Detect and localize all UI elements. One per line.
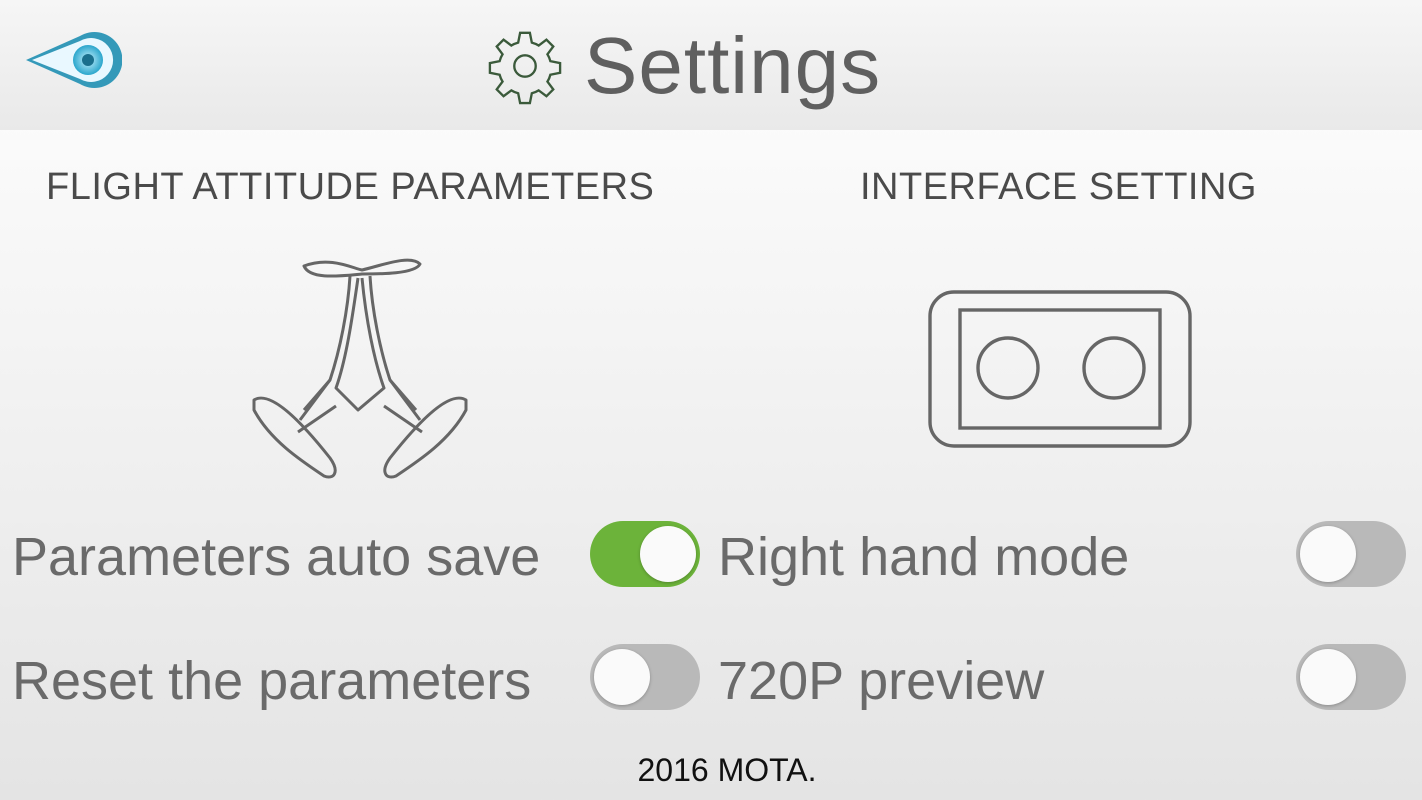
right-hand-mode-toggle[interactable] xyxy=(1296,521,1406,587)
auto-save-toggle[interactable] xyxy=(590,521,700,587)
right-hand-mode-label: Right hand mode xyxy=(718,527,1130,587)
toggle-knob xyxy=(594,649,650,705)
toggle-knob xyxy=(1300,526,1356,582)
gamepad-icon[interactable] xyxy=(924,286,1196,452)
toggle-knob xyxy=(1300,649,1356,705)
preview-720p-toggle[interactable] xyxy=(1296,644,1406,710)
back-button[interactable] xyxy=(22,30,122,92)
preview-720p-label: 720P preview xyxy=(718,651,1045,711)
drone-icon[interactable] xyxy=(240,250,480,490)
interface-setting-heading: INTERFACE SETTING xyxy=(860,166,1257,208)
header-bar: Settings xyxy=(0,0,1422,130)
reset-parameters-label: Reset the parameters xyxy=(12,651,532,711)
copyright-footer: 2016 MOTA. xyxy=(637,752,817,788)
auto-save-label: Parameters auto save xyxy=(12,527,541,587)
toggle-knob xyxy=(640,526,696,582)
reset-parameters-toggle[interactable] xyxy=(590,644,700,710)
title-group: Settings xyxy=(486,18,881,114)
flight-attitude-heading: FLIGHT ATTITUDE PARAMETERS xyxy=(46,166,655,208)
gear-icon xyxy=(488,31,562,105)
page-title: Settings xyxy=(584,21,882,110)
